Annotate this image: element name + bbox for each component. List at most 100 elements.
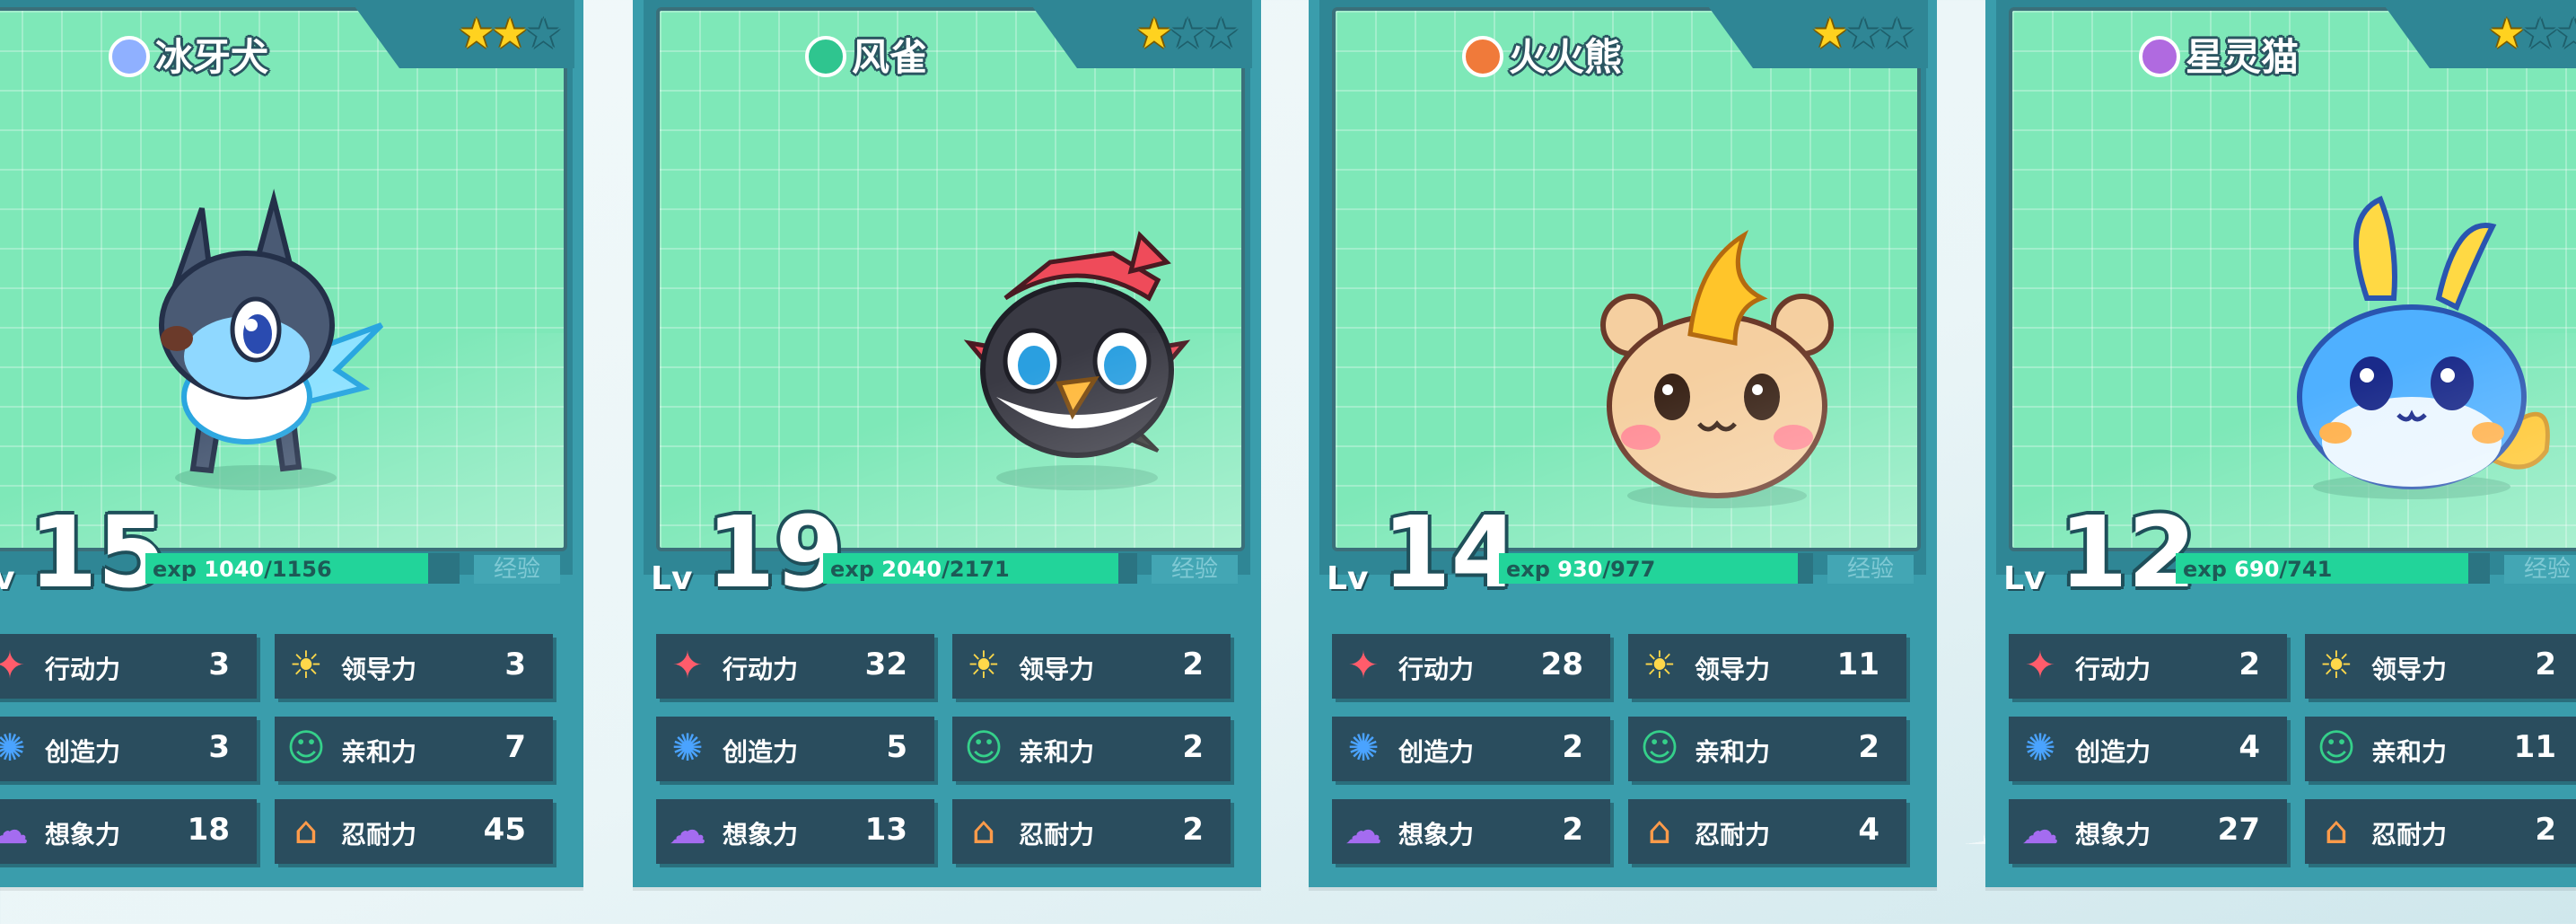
action-icon: ✦: [0, 643, 26, 687]
exp-current: 690: [2234, 557, 2280, 582]
exp-button[interactable]: 经验: [1827, 555, 1914, 584]
name-plate: 风雀: [687, 7, 1046, 79]
stat-value: 2: [1562, 729, 1583, 765]
stat-creativity: ✺ 创造力 4: [2009, 717, 2287, 781]
stat-value: 28: [1540, 647, 1583, 682]
stat-endurance: ⌂ 忍耐力 4: [1628, 799, 1906, 864]
star-empty-icon: ★: [524, 9, 562, 57]
stat-imagination: ☁ 想象力 13: [656, 799, 934, 864]
rarity-stars: ★★★: [1811, 9, 1915, 57]
pet-name: 星灵猫: [2039, 27, 2398, 82]
exp-current: 930: [1557, 557, 1603, 582]
stat-imagination: ☁ 想象力 18: [0, 799, 257, 864]
action-icon: ✦: [2024, 643, 2056, 687]
stat-value: 3: [208, 647, 230, 682]
stat-label: 行动力: [1398, 655, 1475, 684]
exp-button[interactable]: 经验: [474, 555, 560, 584]
creature-image: [889, 163, 1241, 544]
stat-label: 创造力: [45, 737, 121, 767]
exp-max: 2171: [949, 557, 1010, 582]
stat-label: 忍耐力: [1019, 820, 1095, 849]
level-row: Lv 14 exp 930/977 经验: [1319, 503, 1926, 602]
stat-value: 45: [483, 812, 526, 848]
stat-label: 行动力: [45, 655, 121, 684]
stat-leadership: ☀ 领导力 2: [952, 634, 1231, 699]
star-filled-icon: ★: [491, 9, 529, 57]
exp-text: exp 930/977: [1506, 557, 1655, 582]
creature-art-panel: [0, 7, 567, 551]
stat-action: ✦ 行动力 2: [2009, 634, 2287, 699]
stat-value: 2: [1562, 812, 1583, 848]
stat-label: 想象力: [1398, 820, 1475, 849]
exp-max: 1156: [271, 557, 332, 582]
creativity-icon: ✺: [671, 726, 704, 770]
creativity-icon: ✺: [1347, 726, 1380, 770]
stat-label: 创造力: [1398, 737, 1475, 767]
stat-label: 领导力: [2371, 655, 2448, 684]
pet-card[interactable]: 风雀 ★★★ Lv 19 exp 2040/2171 经验 ✦ 行动力 32 ☀…: [633, 0, 1261, 887]
exp-max: 741: [2287, 557, 2333, 582]
stat-creativity: ✺ 创造力 3: [0, 717, 257, 781]
stat-label: 想象力: [2075, 820, 2151, 849]
star-empty-icon: ★: [1169, 9, 1206, 57]
stat-label: 想象力: [45, 820, 121, 849]
exp-bar: exp 1040/1156: [145, 553, 460, 584]
affinity-icon: ☺: [964, 726, 1003, 770]
rarity-stars: ★★★: [2488, 9, 2576, 57]
affinity-icon: ☺: [2317, 726, 2356, 770]
stat-value: 11: [2513, 729, 2556, 765]
creature-art-panel: [1332, 7, 1921, 551]
stat-value: 4: [2239, 729, 2260, 765]
imagination-icon: ☁: [1345, 808, 1382, 852]
exp-bar: exp 2040/2171: [823, 553, 1137, 584]
imagination-icon: ☁: [2021, 808, 2059, 852]
level-row: Lv 15 exp 1040/1156 经验: [0, 503, 573, 602]
star-filled-icon: ★: [2488, 9, 2525, 57]
stat-endurance: ⌂ 忍耐力 2: [2305, 799, 2576, 864]
level-value: 14: [1382, 495, 1520, 610]
stat-affinity: ☺ 亲和力 11: [2305, 717, 2576, 781]
affinity-icon: ☺: [1640, 726, 1679, 770]
endurance-icon: ⌂: [971, 808, 996, 852]
pet-card[interactable]: 火火熊 ★★★ Lv 14 exp 930/977 经验 ✦ 行动力 28 ☀ …: [1309, 0, 1937, 887]
stat-label: 领导力: [1695, 655, 1771, 684]
stat-leadership: ☀ 领导力 11: [1628, 634, 1906, 699]
snowflake-icon: [108, 35, 150, 77]
star-empty-icon: ★: [2554, 9, 2576, 57]
stat-label: 想象力: [723, 820, 799, 849]
pet-card[interactable]: 冰牙犬 ★★★ Lv 15 exp 1040/1156 经验 ✦ 行动力 3 ☀…: [0, 0, 583, 887]
level-row: Lv 12 exp 690/741 经验: [1996, 503, 2576, 602]
exp-button[interactable]: 经验: [1152, 555, 1238, 584]
stat-endurance: ⌂ 忍耐力 2: [952, 799, 1231, 864]
pet-name: 火火熊: [1362, 27, 1722, 82]
stat-value: 13: [864, 812, 907, 848]
leadership-icon: ☀: [2319, 643, 2353, 687]
pet-name-text: 冰牙犬: [154, 35, 268, 79]
stat-label: 行动力: [2075, 655, 2151, 684]
stat-affinity: ☺ 亲和力 2: [1628, 717, 1906, 781]
star-empty-icon: ★: [1844, 9, 1882, 57]
stat-leadership: ☀ 领导力 2: [2305, 634, 2576, 699]
rarity-stars: ★★★: [1135, 9, 1240, 57]
exp-separator: /: [1602, 557, 1611, 582]
level-label: Lv: [1327, 560, 1369, 597]
endurance-icon: ⌂: [294, 808, 319, 852]
star-filled-icon: ★: [1135, 9, 1172, 57]
star-empty-icon: ★: [2521, 9, 2559, 57]
stat-value: 5: [886, 729, 907, 765]
pet-name: 冰牙犬: [9, 27, 368, 82]
stat-imagination: ☁ 想象力 27: [2009, 799, 2287, 864]
creature-art-panel: [2009, 7, 2576, 551]
pet-card[interactable]: 星灵猫 ★★★ Lv 12 exp 690/741 经验 ✦ 行动力 2 ☀ 领…: [1985, 0, 2576, 887]
action-icon: ✦: [1347, 643, 1380, 687]
stat-value: 7: [504, 729, 526, 765]
imagination-icon: ☁: [0, 808, 29, 852]
stat-endurance: ⌂ 忍耐力 45: [275, 799, 553, 864]
stat-label: 忍耐力: [1695, 820, 1771, 849]
exp-button[interactable]: 经验: [2504, 555, 2576, 584]
endurance-icon: ⌂: [1647, 808, 1672, 852]
name-plate: 火火熊: [1362, 7, 1722, 79]
creativity-icon: ✺: [0, 726, 26, 770]
exp-max: 977: [1610, 557, 1656, 582]
level-label: Lv: [651, 560, 693, 597]
